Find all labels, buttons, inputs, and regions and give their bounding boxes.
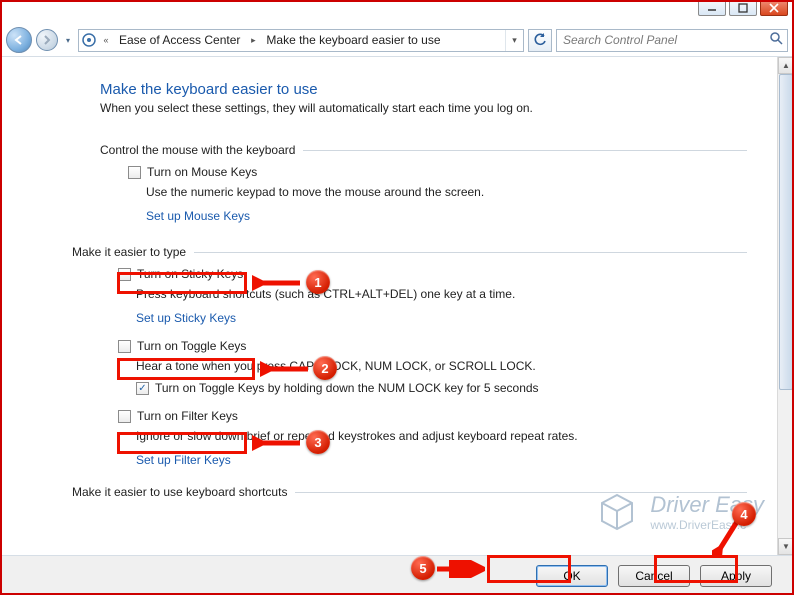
sticky-keys-label: Turn on Sticky Keys <box>137 267 243 281</box>
minimize-button[interactable] <box>698 0 726 16</box>
setup-mouse-keys-link[interactable]: Set up Mouse Keys <box>146 209 250 223</box>
search-box[interactable] <box>556 29 788 52</box>
address-dropdown[interactable]: ▾ <box>505 30 523 51</box>
ease-of-access-icon <box>79 33 99 47</box>
filter-keys-desc: Ignore or slow down brief or repeated ke… <box>136 429 747 443</box>
search-icon <box>770 32 783 48</box>
divider <box>295 492 747 493</box>
search-input[interactable] <box>561 32 766 48</box>
sticky-keys-checkbox[interactable] <box>118 268 131 281</box>
mouse-keys-checkbox[interactable] <box>128 166 141 179</box>
close-button[interactable] <box>760 0 788 16</box>
breadcrumb-seg-1[interactable]: Ease of Access Center <box>113 30 246 51</box>
toggle-keys-checkbox[interactable] <box>118 340 131 353</box>
page-title: Make the keyboard easier to use <box>100 81 747 98</box>
toggle-keys-desc: Hear a tone when you press CAPS LOCK, NU… <box>136 359 747 373</box>
nav-back-button[interactable] <box>6 27 32 53</box>
nav-forward-button[interactable] <box>36 29 58 51</box>
address-bar[interactable]: « Ease of Access Center ▸ Make the keybo… <box>78 29 524 52</box>
divider <box>303 150 747 151</box>
breadcrumb-arrow-icon[interactable]: ▸ <box>246 35 260 46</box>
apply-button[interactable]: Apply <box>700 565 772 587</box>
scrollbar-thumb[interactable] <box>779 74 793 390</box>
mouse-keys-desc: Use the numeric keypad to move the mouse… <box>146 185 747 199</box>
section-header-mouse: Control the mouse with the keyboard <box>100 143 295 157</box>
nav-history-dropdown[interactable]: ▾ <box>62 27 74 53</box>
refresh-button[interactable] <box>528 29 552 52</box>
section-header-type: Make it easier to type <box>72 245 186 259</box>
cancel-button[interactable]: Cancel <box>618 565 690 587</box>
scroll-up-button[interactable]: ▲ <box>778 57 794 74</box>
setup-filter-keys-link[interactable]: Set up Filter Keys <box>136 453 231 467</box>
page-subtitle: When you select these settings, they wil… <box>100 101 747 115</box>
toggle-keys-numlock-checkbox[interactable] <box>136 382 149 395</box>
breadcrumb-seg-2[interactable]: Make the keyboard easier to use <box>260 30 446 51</box>
vertical-scrollbar[interactable]: ▲ ▼ <box>777 57 794 555</box>
filter-keys-label: Turn on Filter Keys <box>137 409 238 423</box>
divider <box>194 252 747 253</box>
mouse-keys-label: Turn on Mouse Keys <box>147 165 257 179</box>
breadcrumb-arrow-icon: « <box>99 35 113 45</box>
filter-keys-checkbox[interactable] <box>118 410 131 423</box>
toggle-keys-label: Turn on Toggle Keys <box>137 339 246 353</box>
sticky-keys-desc: Press keyboard shortcuts (such as CTRL+A… <box>136 287 747 301</box>
ok-button[interactable]: OK <box>536 565 608 587</box>
toggle-keys-numlock-label: Turn on Toggle Keys by holding down the … <box>155 381 539 395</box>
setup-sticky-keys-link[interactable]: Set up Sticky Keys <box>136 311 236 325</box>
maximize-button[interactable] <box>729 0 757 16</box>
scroll-down-button[interactable]: ▼ <box>778 538 794 555</box>
section-header-shortcuts: Make it easier to use keyboard shortcuts <box>72 485 287 499</box>
